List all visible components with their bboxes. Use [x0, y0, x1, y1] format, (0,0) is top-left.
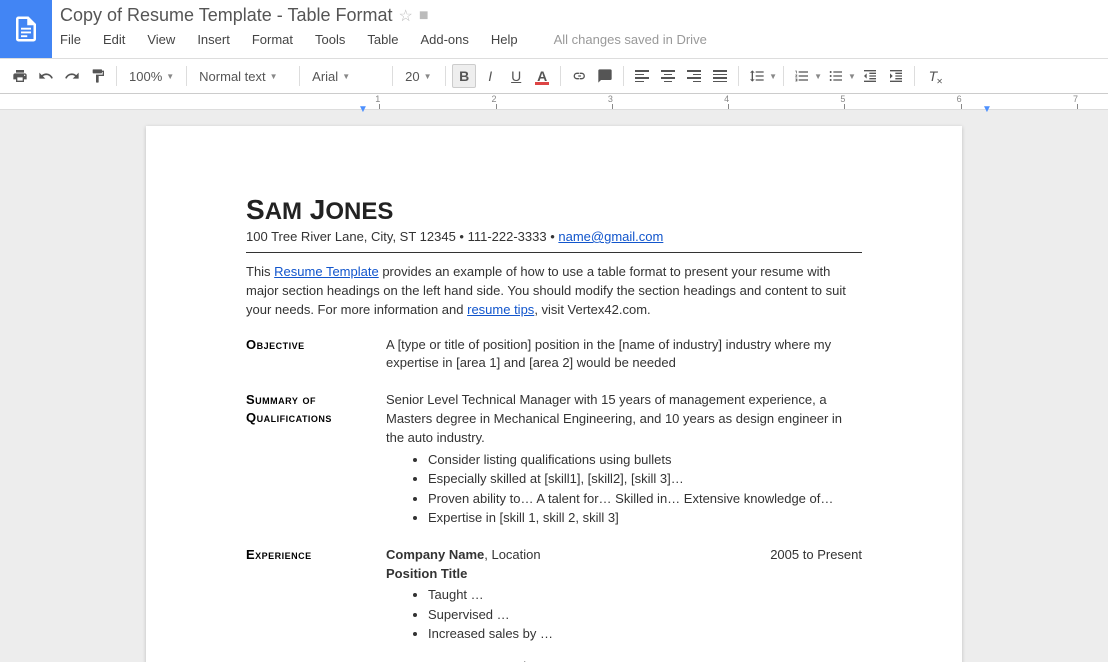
label-summary[interactable]: Summary ofQualifications — [246, 391, 386, 546]
menu-edit[interactable]: Edit — [103, 32, 125, 47]
menu-addons[interactable]: Add-ons — [420, 32, 468, 47]
menu-table[interactable]: Table — [367, 32, 398, 47]
numbered-list-icon[interactable] — [790, 64, 814, 88]
font-size-select[interactable]: 20▼ — [399, 64, 439, 88]
list-item[interactable]: Especially skilled at [skill1], [skill2]… — [428, 469, 862, 489]
underline-button[interactable]: U — [504, 64, 528, 88]
resume-tips-link[interactable]: resume tips — [467, 302, 534, 317]
exp-dates[interactable]: 2003 to 2005 — [786, 658, 862, 662]
align-right-icon[interactable] — [682, 64, 706, 88]
label-objective[interactable]: Objective — [246, 336, 386, 392]
style-select[interactable]: Normal text▼ — [193, 64, 293, 88]
resume-template-link[interactable]: Resume Template — [274, 264, 379, 279]
save-status: All changes saved in Drive — [554, 32, 707, 47]
increase-indent-icon[interactable] — [884, 64, 908, 88]
list-item[interactable]: Supervised … — [428, 605, 862, 625]
menu-format[interactable]: Format — [252, 32, 293, 47]
content-summary[interactable]: Senior Level Technical Manager with 15 y… — [386, 391, 862, 546]
link-icon[interactable] — [567, 64, 591, 88]
align-center-icon[interactable] — [656, 64, 680, 88]
bold-button[interactable]: B — [452, 64, 476, 88]
menu-tools[interactable]: Tools — [315, 32, 345, 47]
exp-dates[interactable]: 2005 to Present — [770, 546, 862, 565]
menu-bar: File Edit View Insert Format Tools Table… — [60, 32, 1100, 47]
contact-line[interactable]: 100 Tree River Lane, City, ST 12345 • 11… — [246, 229, 862, 244]
docs-logo[interactable] — [0, 0, 52, 58]
ruler-tick: 3 — [497, 94, 613, 110]
text-color-button[interactable]: A — [530, 64, 554, 88]
email-link[interactable]: name@gmail.com — [558, 229, 663, 244]
ruler-tick: 2 — [380, 94, 496, 110]
content-objective[interactable]: A [type or title of position] position i… — [386, 336, 862, 392]
ruler-tick: 7 — [962, 94, 1078, 110]
label-experience[interactable]: Experience — [246, 546, 386, 662]
line-spacing-icon[interactable] — [745, 64, 769, 88]
align-left-icon[interactable] — [630, 64, 654, 88]
print-icon[interactable] — [8, 64, 32, 88]
ruler-tick: 4 — [613, 94, 729, 110]
redo-icon[interactable] — [60, 64, 84, 88]
toolbar: 100%▼ Normal text▼ Arial▼ 20▼ B I U A ▼ … — [0, 58, 1108, 94]
font-select[interactable]: Arial▼ — [306, 64, 386, 88]
position-title[interactable]: Position Title — [386, 565, 862, 584]
list-item[interactable]: Increased sales by … — [428, 624, 862, 644]
decrease-indent-icon[interactable] — [858, 64, 882, 88]
divider — [246, 252, 862, 253]
bulleted-list-icon[interactable] — [824, 64, 848, 88]
italic-button[interactable]: I — [478, 64, 502, 88]
ruler[interactable]: 1 2 3 4 5 6 7 ▼ ▼ — [0, 94, 1108, 110]
content-experience[interactable]: Company Name, Location 2005 to Present P… — [386, 546, 862, 662]
list-item[interactable]: Expertise in [skill 1, skill 2, skill 3] — [428, 508, 862, 528]
star-icon[interactable]: ☆ — [398, 6, 412, 26]
clear-formatting-icon[interactable]: T✕ — [921, 64, 945, 88]
ruler-tick: 5 — [729, 94, 845, 110]
align-justify-icon[interactable] — [708, 64, 732, 88]
list-item[interactable]: Taught … — [428, 585, 862, 605]
resume-name[interactable]: SAM JONES — [246, 194, 862, 226]
canvas[interactable]: SAM JONES 100 Tree River Lane, City, ST … — [0, 112, 1108, 662]
zoom-select[interactable]: 100%▼ — [123, 64, 180, 88]
paint-format-icon[interactable] — [86, 64, 110, 88]
folder-icon[interactable]: ■ — [419, 7, 429, 25]
list-item[interactable]: Proven ability to… A talent for… Skilled… — [428, 489, 862, 509]
menu-view[interactable]: View — [147, 32, 175, 47]
doc-title[interactable]: Copy of Resume Template - Table Format — [60, 5, 392, 26]
document-page[interactable]: SAM JONES 100 Tree River Lane, City, ST … — [146, 126, 962, 662]
menu-file[interactable]: File — [60, 32, 81, 47]
comment-icon[interactable] — [593, 64, 617, 88]
undo-icon[interactable] — [34, 64, 58, 88]
list-item[interactable]: Consider listing qualifications using bu… — [428, 450, 862, 470]
intro-text[interactable]: This Resume Template provides an example… — [246, 263, 862, 320]
menu-insert[interactable]: Insert — [197, 32, 230, 47]
ruler-tick: 6 — [845, 94, 961, 110]
menu-help[interactable]: Help — [491, 32, 518, 47]
